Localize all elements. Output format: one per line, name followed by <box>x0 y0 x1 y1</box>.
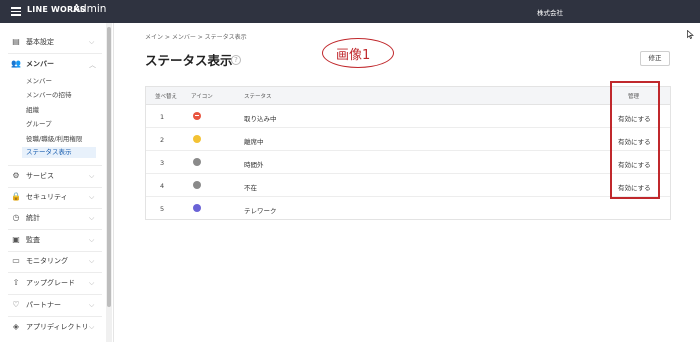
row-status: テレワーク <box>244 207 277 215</box>
sidebar-scrollbar[interactable] <box>106 23 112 342</box>
handshake-icon: ♡ <box>12 300 20 309</box>
chevron-up-icon: ︿ <box>89 61 96 69</box>
chevron-down-icon: ⌵ <box>89 279 95 287</box>
chevron-down-icon: ⌵ <box>89 257 95 265</box>
header-order: 並べ替え <box>155 94 178 100</box>
sidebar-subitem-invite[interactable]: メンバーの招待 <box>26 89 96 100</box>
row-order: 3 <box>160 159 165 167</box>
page-title: ステータス表示 <box>145 53 233 68</box>
annotation-rectangle <box>610 81 660 199</box>
row-order: 5 <box>160 205 165 213</box>
chevron-down-icon: ⌵ <box>89 172 95 180</box>
sidebar-item-label: サービス <box>26 172 54 180</box>
edit-button[interactable]: 修正 <box>640 51 670 66</box>
clock-circle-icon <box>193 135 201 143</box>
scrollbar-thumb[interactable] <box>107 27 111 307</box>
chevron-down-icon: ⌵ <box>89 214 95 222</box>
table-row: 5 テレワーク <box>146 197 670 220</box>
sidebar-item-upgrade[interactable]: ⇧ アップグレード ⌵ <box>0 273 106 293</box>
table-row: 4 不在 有効にする <box>146 174 670 197</box>
sidebar-item-service[interactable]: ⚙ サービス ⌵ <box>0 166 106 186</box>
minus-circle-icon <box>193 112 201 120</box>
sidebar-subitem-members[interactable]: メンバー <box>26 75 96 86</box>
building-icon: ▤ <box>12 37 20 46</box>
telework-circle-icon <box>193 204 201 212</box>
sidebar: ▤ 基本設定 ⌵ 👥 メンバー ︿ メンバー メンバーの招待 組織 グループ 役… <box>0 23 114 342</box>
sidebar-item-label: セキュリティ <box>26 193 68 201</box>
lock-icon: 🔒 <box>11 192 21 201</box>
row-order: 2 <box>160 136 165 144</box>
status-table: 並べ替え アイコン ステータス 管理 1 取り込み中 有効にする 2 離席中 有… <box>145 86 671 220</box>
product-name: Admin <box>73 3 107 15</box>
clock-icon: ◷ <box>12 213 20 222</box>
chevron-down-icon: ⌵ <box>89 301 95 309</box>
sidebar-item-label: パートナー <box>26 301 61 309</box>
sidebar-item-security[interactable]: 🔒 セキュリティ ⌵ <box>0 187 106 207</box>
chevron-down-icon: ⌵ <box>89 38 95 46</box>
chevron-down-icon: ⌵ <box>89 236 95 244</box>
table-row: 1 取り込み中 有効にする <box>146 105 670 128</box>
sidebar-item-label: モニタリング <box>26 257 68 265</box>
upgrade-icon: ⇧ <box>12 278 20 287</box>
chevron-down-icon: ⌵ <box>89 193 95 201</box>
mouse-cursor-icon <box>687 30 694 39</box>
sidebar-subitem-status-display[interactable]: ステータス表示 <box>22 147 96 158</box>
sidebar-subitem-organization[interactable]: 組織 <box>26 104 96 115</box>
annotation-label: 画像1 <box>336 48 371 63</box>
sidebar-item-members[interactable]: 👥 メンバー ︿ <box>0 54 106 74</box>
chevron-down-icon: ⌵ <box>89 323 95 331</box>
sidebar-item-app-directory[interactable]: ◈ アプリディレクトリ ⌵ <box>0 317 106 337</box>
sidebar-item-basic-settings[interactable]: ▤ 基本設定 ⌵ <box>0 32 106 52</box>
audit-icon: ▣ <box>12 235 20 244</box>
users-icon: 👥 <box>11 59 21 68</box>
sidebar-item-label: アプリディレクトリ <box>26 323 89 331</box>
table-row: 3 時間外 有効にする <box>146 151 670 174</box>
company-name[interactable]: 株式会社 <box>537 7 563 17</box>
sidebar-item-partner[interactable]: ♡ パートナー ⌵ <box>0 295 106 315</box>
help-icon[interactable]: ? <box>231 55 241 65</box>
table-row: 2 離席中 有効にする <box>146 128 670 151</box>
table-header: 並べ替え アイコン ステータス 管理 <box>146 87 670 105</box>
row-status: 取り込み中 <box>244 115 277 123</box>
sidebar-item-label: メンバー <box>26 60 54 68</box>
sidebar-subitem-group[interactable]: グループ <box>26 118 96 129</box>
monitor-icon: ▭ <box>12 256 20 265</box>
row-status: 離席中 <box>244 138 264 146</box>
sidebar-item-label: 統計 <box>26 214 40 222</box>
absent-circle-icon <box>193 181 201 189</box>
top-bar: LINE WORKS Admin 株式会社 <box>0 0 700 23</box>
sidebar-item-label: 基本設定 <box>26 38 54 46</box>
header-status: ステータス <box>244 94 272 100</box>
row-order: 1 <box>160 113 165 121</box>
header-icon: アイコン <box>191 94 213 100</box>
layers-icon: ◈ <box>12 322 20 331</box>
hamburger-menu-icon[interactable] <box>11 7 21 16</box>
sidebar-subitem-roles[interactable]: 役職/職級/利用権限 <box>26 133 96 144</box>
moon-circle-icon <box>193 158 201 166</box>
row-status: 不在 <box>244 184 257 192</box>
sidebar-item-label: アップグレード <box>26 279 75 287</box>
row-status: 時間外 <box>244 161 264 169</box>
sidebar-item-audit[interactable]: ▣ 監査 ⌵ <box>0 230 106 250</box>
sidebar-item-statistics[interactable]: ◷ 統計 ⌵ <box>0 208 106 228</box>
sidebar-item-label: 監査 <box>26 236 40 244</box>
row-order: 4 <box>160 182 165 190</box>
breadcrumb: メイン > メンバー > ステータス表示 <box>145 34 247 41</box>
sidebar-item-monitoring[interactable]: ▭ モニタリング ⌵ <box>0 251 106 271</box>
gear-icon: ⚙ <box>12 171 20 180</box>
